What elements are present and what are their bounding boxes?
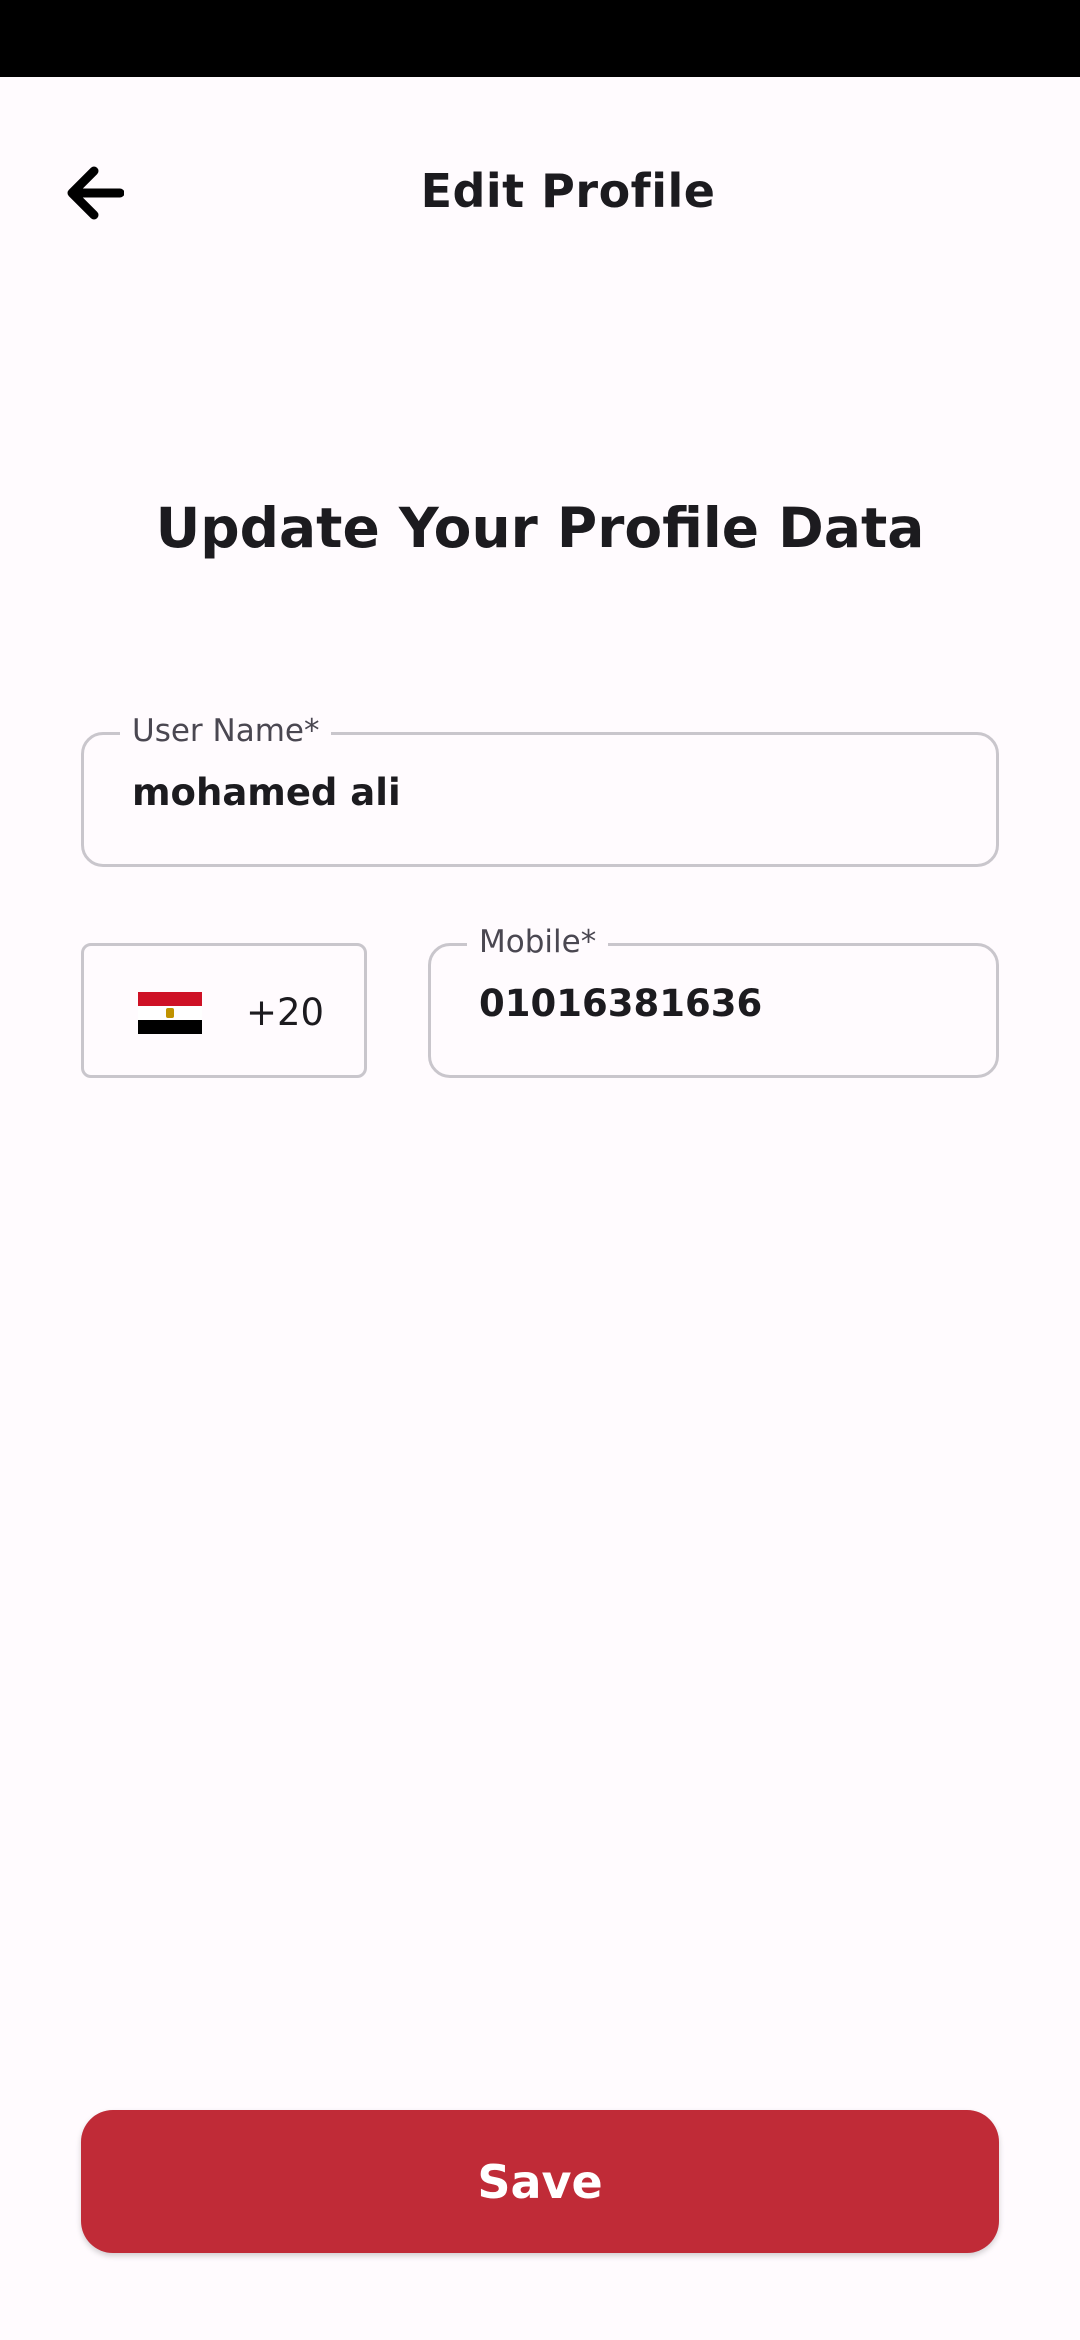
app-bar: Edit Profile	[0, 77, 1080, 295]
dial-code: +20	[246, 991, 325, 1034]
mobile-field[interactable]: Mobile* 01016381636	[428, 920, 999, 1078]
username-value[interactable]: mohamed ali	[132, 767, 401, 819]
egypt-flag-icon	[138, 992, 202, 1034]
mobile-label: Mobile*	[467, 920, 609, 964]
country-code-picker[interactable]: +20	[81, 943, 367, 1078]
save-button-label: Save	[477, 2154, 603, 2209]
form-heading: Update Your Profile Data	[155, 496, 925, 560]
username-label: User Name*	[120, 709, 332, 753]
save-button[interactable]: Save	[81, 2110, 999, 2253]
username-field[interactable]: User Name* mohamed ali	[81, 709, 999, 867]
mobile-value[interactable]: 01016381636	[479, 978, 762, 1030]
status-bar	[0, 0, 1080, 77]
page-title: Edit Profile	[420, 164, 716, 218]
